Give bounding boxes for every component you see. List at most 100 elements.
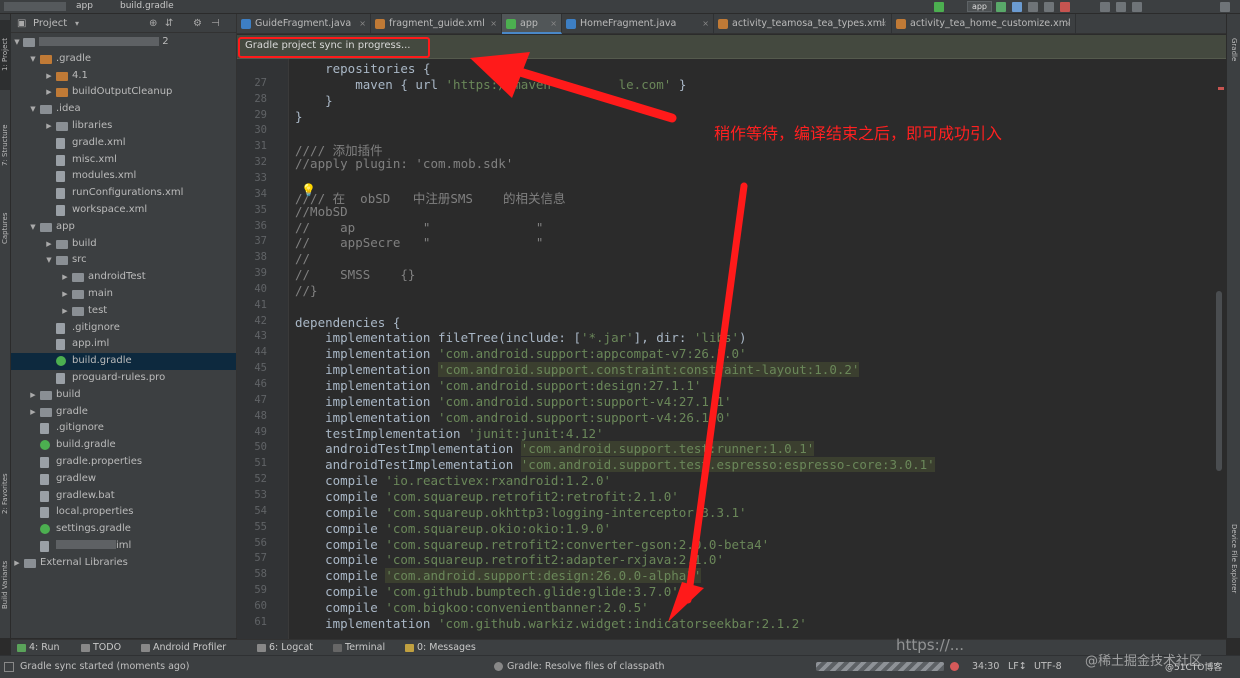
code-line[interactable]: //apply plugin: 'com.mob.sdk' [295, 156, 513, 171]
tree-item[interactable]: gradlew.bat [11, 488, 236, 505]
collapse-all-icon[interactable]: ⇵ [165, 18, 173, 29]
tree-item[interactable]: ▶ gradle [11, 404, 236, 421]
code-line[interactable]: compile 'com.squareup.okio:okio:1.9.0' [295, 521, 611, 536]
breadcrumb-module[interactable]: app [76, 0, 93, 13]
tree-item[interactable]: ▶ test [11, 303, 236, 320]
code-line[interactable]: //MobSD [295, 204, 348, 219]
chevron-down-icon[interactable]: ▾ [75, 19, 79, 28]
background-task-text[interactable]: Gradle: Resolve files of classpath [507, 661, 665, 672]
tree-item[interactable]: .gitignore [11, 420, 236, 437]
code-line[interactable]: implementation 'com.android.support.cons… [295, 362, 860, 378]
chevron-down-icon[interactable]: ▼ [45, 252, 53, 269]
code-line[interactable]: implementation 'com.android.support:supp… [295, 394, 731, 409]
sdk-manager-icon[interactable] [1132, 2, 1142, 12]
tree-item[interactable]: ▼ .gradle [11, 51, 236, 68]
background-task-progress[interactable] [816, 662, 944, 671]
tree-item[interactable]: ▶ External Libraries [11, 555, 236, 572]
editor-tab[interactable]: HomeFragment.java × [562, 14, 714, 34]
editor-tab[interactable]: fragment_guide.xml × [371, 14, 502, 34]
debug-icon[interactable] [1012, 2, 1022, 12]
editor-tab[interactable]: GuideFragment.java × [237, 14, 371, 34]
chevron-right-icon[interactable]: ▶ [29, 387, 37, 404]
avd-manager-icon[interactable] [1116, 2, 1126, 12]
caret-position[interactable]: 34:30 [972, 661, 999, 672]
code-line[interactable]: testImplementation 'junit:junit:4.12' [295, 426, 603, 441]
line-number-gutter[interactable]: 27 28 29 30 31 32 33 34 35 36 37 38 39 40 41 42 43 44 45 46… [237, 59, 289, 639]
tree-item[interactable]: ▼ src [11, 252, 236, 269]
code-line[interactable]: androidTestImplementation 'com.android.s… [295, 441, 815, 457]
code-line[interactable]: compile 'com.bigkoo:convenientbanner:2.0… [295, 600, 649, 615]
profile-icon[interactable] [1028, 2, 1038, 12]
tree-item[interactable]: ▶ 4.1 [11, 68, 236, 85]
chevron-right-icon[interactable]: ▶ [45, 68, 53, 85]
cancel-task-icon[interactable] [950, 662, 959, 671]
bottom-tool-button[interactable]: TODO [81, 640, 121, 656]
bottom-tool-button[interactable]: Terminal [333, 640, 385, 656]
vertical-scrollbar[interactable] [1216, 291, 1222, 471]
lightbulb-icon[interactable]: 💡 [301, 183, 316, 197]
close-icon[interactable]: × [490, 14, 497, 34]
file-encoding[interactable]: UTF-8 [1034, 661, 1062, 672]
tree-item[interactable]: gradle.xml [11, 135, 236, 152]
tree-item[interactable]: iml [11, 538, 236, 555]
status-message[interactable]: Gradle sync started (moments ago) [20, 661, 189, 672]
tree-item[interactable]: ▶ build [11, 236, 236, 253]
code-line[interactable]: compile 'com.squareup.retrofit2:retrofit… [295, 489, 679, 504]
tree-item[interactable]: ▶ buildOutputCleanup [11, 84, 236, 101]
tab-gradle-tool[interactable]: Gradle [1228, 38, 1240, 82]
code-line[interactable]: implementation 'com.android.support:desi… [295, 378, 701, 393]
chevron-right-icon[interactable]: ▶ [45, 236, 53, 253]
code-line[interactable]: implementation 'com.android.support:appc… [295, 346, 746, 361]
code-line[interactable]: implementation 'com.github.warkiz.widget… [295, 616, 807, 631]
tree-item[interactable]: .gitignore [11, 320, 236, 337]
toggle-tool-windows-icon[interactable] [4, 662, 14, 672]
close-icon[interactable]: × [880, 14, 887, 34]
tree-item[interactable]: gradlew [11, 471, 236, 488]
bottom-tool-button[interactable]: Android Profiler [141, 640, 226, 656]
breadcrumb-file[interactable]: build.gradle [120, 0, 174, 13]
hide-panel-icon[interactable]: ⊣ [211, 18, 220, 29]
tab-captures-tool[interactable]: Captures [0, 200, 11, 256]
code-line[interactable]: implementation fileTree(include: ['*.jar… [295, 330, 746, 345]
editor-tab[interactable]: app × [502, 14, 562, 34]
tree-item[interactable]: runConfigurations.xml [11, 185, 236, 202]
sync-icon[interactable] [1100, 2, 1110, 12]
code-line[interactable]: compile 'com.squareup.retrofit2:adapter-… [295, 552, 724, 567]
run-icon[interactable] [996, 2, 1006, 12]
chevron-right-icon[interactable]: ▶ [61, 303, 69, 320]
code-line[interactable]: dependencies { [295, 315, 400, 330]
chevron-down-icon[interactable]: ▼ [13, 34, 21, 51]
chevron-right-icon[interactable]: ▶ [45, 118, 53, 135]
code-editor[interactable]: 27 28 29 30 31 32 33 34 35 36 37 38 39 40 41 42 43 44 45 46… [237, 59, 1226, 639]
code-line[interactable]: maven { url 'https://maven le.com' } [295, 77, 686, 92]
tree-item[interactable]: settings.gradle [11, 521, 236, 538]
code-line[interactable]: compile 'com.github.bumptech.glide:glide… [295, 584, 679, 599]
tree-item[interactable]: local.properties [11, 504, 236, 521]
tree-item[interactable]: ▶ main [11, 286, 236, 303]
tree-item[interactable]: ▼ app [11, 219, 236, 236]
bottom-tool-button[interactable]: 6: Logcat [257, 640, 313, 656]
code-line[interactable]: repositories { [295, 61, 430, 76]
tree-item[interactable]: ▶ androidTest [11, 269, 236, 286]
editor-tab[interactable]: activity_tea_home_customize.xml × [892, 14, 1076, 34]
line-separator[interactable]: LF↕ [1008, 661, 1027, 672]
chevron-right-icon[interactable]: ▶ [61, 269, 69, 286]
attach-icon[interactable] [1044, 2, 1054, 12]
bottom-tool-button[interactable]: 0: Messages [405, 640, 476, 656]
stop-icon[interactable] [1060, 2, 1070, 12]
tab-structure-tool[interactable]: 7: Structure [0, 110, 11, 180]
tab-favorites-tool[interactable]: 2: Favorites [0, 464, 11, 524]
tree-item[interactable]: workspace.xml [11, 202, 236, 219]
chevron-right-icon[interactable]: ▶ [13, 555, 21, 572]
code-line[interactable]: } [295, 93, 333, 108]
close-icon[interactable]: × [1064, 14, 1071, 34]
close-icon[interactable]: × [702, 14, 709, 34]
code-line[interactable]: compile 'com.squareup.retrofit2:converte… [295, 537, 769, 552]
code-line[interactable]: // SMSS {} [295, 267, 415, 282]
project-panel-title[interactable]: Project [33, 18, 67, 29]
chevron-down-icon[interactable]: ▼ [29, 101, 37, 118]
gear-icon[interactable]: ⚙ [193, 18, 202, 29]
scroll-from-source-icon[interactable]: ⊕ [149, 18, 157, 29]
chevron-right-icon[interactable]: ▶ [61, 286, 69, 303]
hammer-icon[interactable] [934, 2, 944, 12]
